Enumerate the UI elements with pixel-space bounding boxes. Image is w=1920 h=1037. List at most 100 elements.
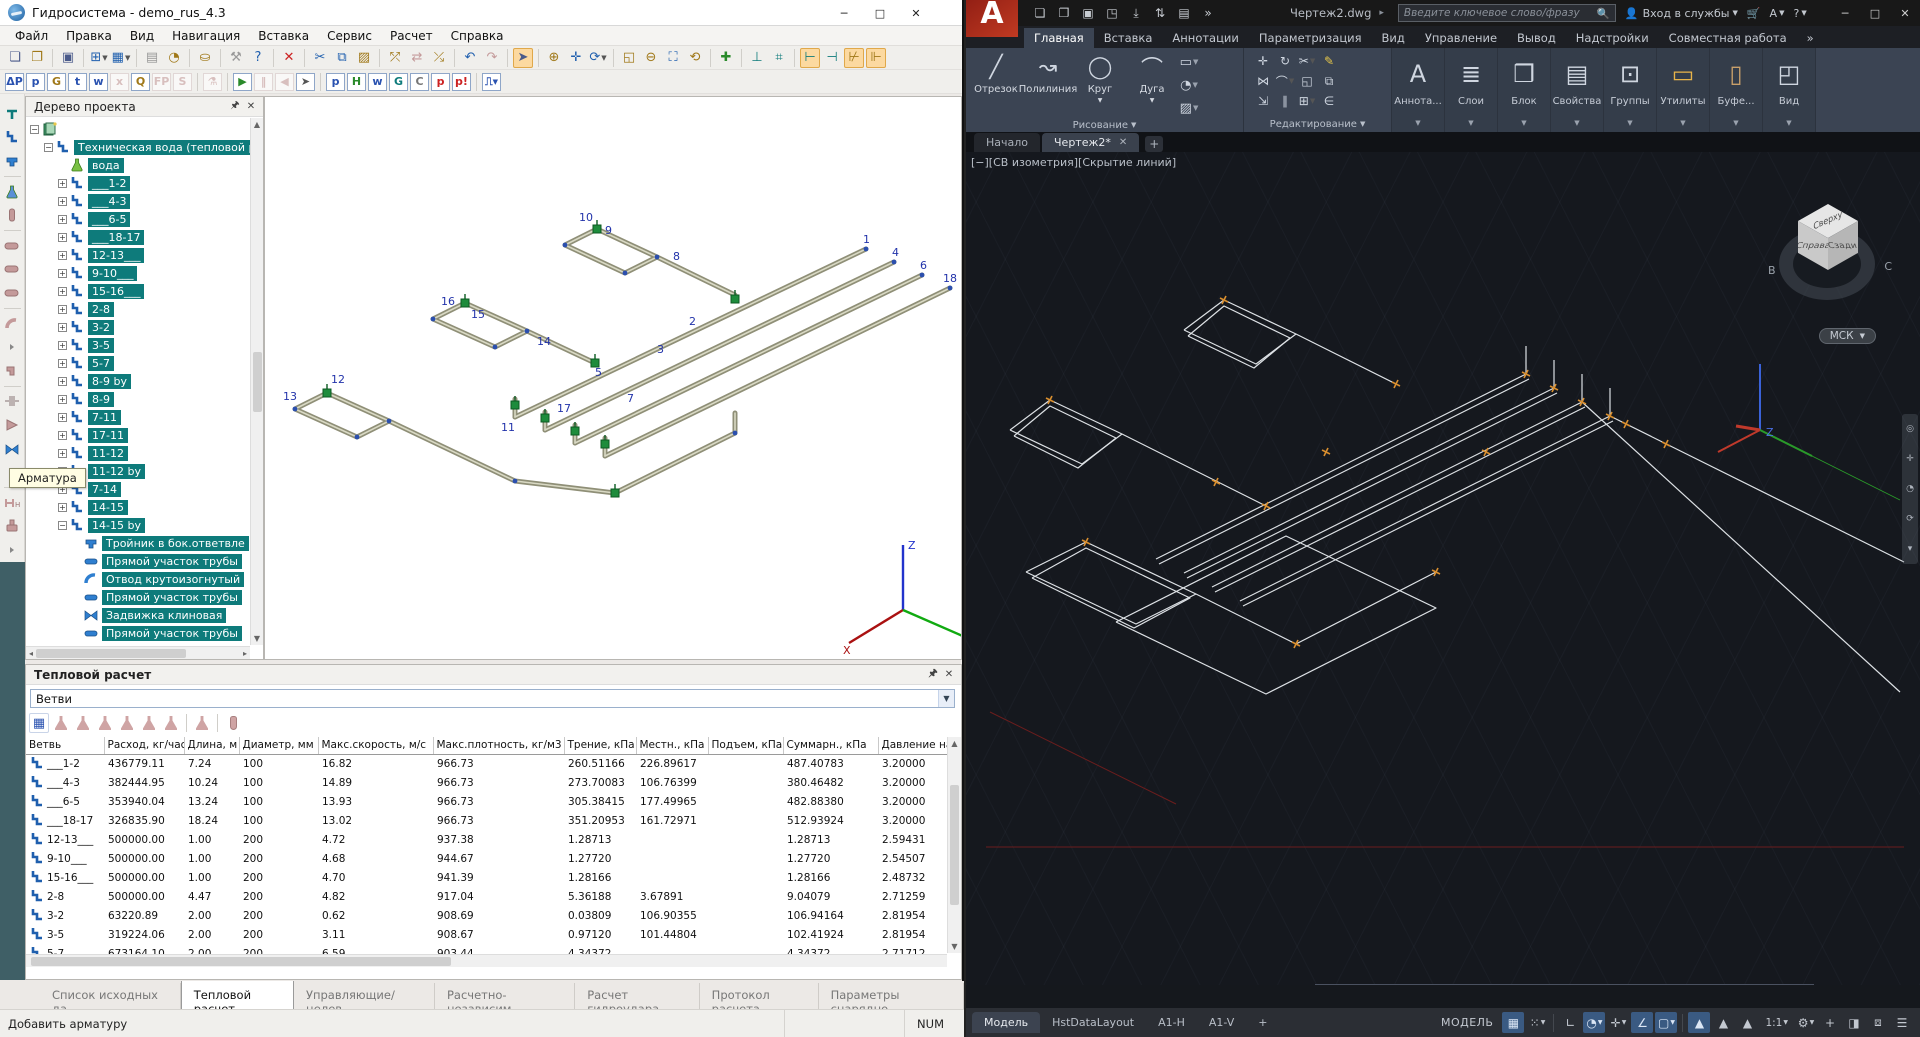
tree-item-Прямой участок трубы[interactable]: Прямой участок трубы — [26, 552, 250, 570]
tree-item-2-8[interactable]: +2-8 — [26, 300, 250, 318]
g2-button[interactable]: G — [389, 73, 408, 91]
g-button[interactable]: G — [47, 73, 66, 91]
layout-tab-A1-H[interactable]: A1-H — [1146, 1012, 1197, 1033]
pipe-inlet-icon[interactable] — [4, 258, 20, 282]
q-button[interactable]: Q — [131, 73, 150, 91]
w2-button[interactable]: w — [368, 73, 387, 91]
menu-Правка[interactable]: Правка — [57, 27, 121, 45]
tree-item-___1-2[interactable]: +___1-2 — [26, 174, 250, 192]
tools-icon[interactable]: ⚒ — [226, 48, 246, 68]
database-icon[interactable]: ⛀ — [195, 48, 215, 68]
column-header[interactable]: Длина, м — [184, 737, 239, 754]
column-header[interactable]: Трение, кПа — [564, 737, 636, 754]
rectangle-tool[interactable]: ▭▼ — [1179, 52, 1199, 72]
rotate-view-icon[interactable]: ⟳▼ — [588, 48, 608, 68]
customization-menu-icon[interactable]: ☰ — [1891, 1012, 1913, 1033]
expand-icon[interactable]: + — [58, 413, 67, 422]
axes-icon[interactable]: ⊥ — [747, 48, 767, 68]
pump-fitting-icon[interactable] — [5, 515, 19, 539]
polyline-tool[interactable]: ↝Полилиния — [1022, 48, 1074, 118]
column-header[interactable]: Расход, кг/час — [104, 737, 184, 754]
menu-Вид[interactable]: Вид — [121, 27, 163, 45]
panel-block[interactable]: ❒Блок▼ — [1498, 48, 1551, 132]
search-icon[interactable]: 🔍 — [1597, 7, 1610, 20]
expand-icon[interactable]: + — [58, 251, 67, 260]
swap-icon[interactable]: ⇄ — [407, 48, 427, 68]
close-button[interactable]: ✕ — [898, 0, 934, 26]
title-chevron-icon[interactable]: ▸ — [1379, 8, 1384, 18]
stop-button[interactable]: ◀ — [275, 73, 294, 91]
object-snap-icon[interactable]: ▢▼ — [1655, 1012, 1677, 1033]
column-header[interactable]: Местн., кПа — [636, 737, 708, 754]
preview-icon[interactable]: ◔ — [164, 48, 184, 68]
flask-button[interactable]: ⚗ — [203, 73, 222, 91]
sink-vial-icon[interactable] — [5, 203, 19, 227]
offset-tool[interactable]: ∥ — [1275, 92, 1295, 110]
vial-icon[interactable] — [223, 713, 243, 733]
table-view-icon[interactable]: ▦ — [29, 713, 49, 733]
reducer-fitting-icon[interactable] — [5, 413, 19, 437]
snap-mode-icon[interactable]: ⁙▼ — [1526, 1012, 1548, 1033]
help-icon[interactable]: ?▼ — [1793, 7, 1806, 20]
zoom-window-icon[interactable]: ◱ — [619, 48, 639, 68]
tree-item-Прямой участок трубы[interactable]: Прямой участок трубы — [26, 588, 250, 606]
panel-groups[interactable]: ⊡Группы▼ — [1604, 48, 1657, 132]
tree-item-14-15 by[interactable]: −14-15 by — [26, 516, 250, 534]
qat-icon-1[interactable]: ❐ — [1053, 3, 1075, 23]
column-header[interactable]: Давление на — [878, 737, 948, 754]
pipe-outlet-icon[interactable] — [4, 281, 20, 305]
cut-icon[interactable]: ✂ — [310, 48, 330, 68]
qat-icon-2[interactable]: ▣ — [1077, 3, 1099, 23]
run-button[interactable]: ▶ — [233, 73, 252, 91]
refresh-icon[interactable]: ✚ — [716, 48, 736, 68]
table-vertical-scrollbar[interactable]: ▲▼ — [947, 737, 961, 953]
table-row[interactable]: 3-263220.892.002000.62908.690.03809106.9… — [26, 907, 948, 926]
viewcube-cube[interactable]: Сверху Справа Сзади — [1798, 204, 1858, 270]
tree-item-7-11[interactable]: +7-11 — [26, 408, 250, 426]
layout-tab-A1-V[interactable]: A1-V — [1197, 1012, 1246, 1033]
isolate-objects-icon[interactable]: ◨ — [1843, 1012, 1865, 1033]
expand-arrow3-icon[interactable] — [8, 538, 16, 562]
layout-tab-Модель[interactable]: Модель — [972, 1012, 1040, 1033]
trunk-fitting-icon[interactable] — [5, 102, 19, 126]
acad-model-canvas[interactable]: [−][СВ изометрия][Скрытие линий] В С Све… — [966, 152, 1920, 985]
fillet-tool[interactable]: ⌒▼ — [1275, 72, 1295, 90]
expand-icon[interactable]: + — [58, 305, 67, 314]
minimize-button[interactable]: ─ — [826, 0, 862, 26]
grid-icon[interactable]: ⌗ — [769, 48, 789, 68]
close-button[interactable]: ✕ — [1890, 0, 1920, 26]
pipe-mode4-icon[interactable]: ⊩ — [866, 48, 886, 68]
column-header[interactable]: Подъем, кПа — [708, 737, 783, 754]
gauge-fitting-icon[interactable]: H — [4, 491, 20, 515]
flask-tool-icon[interactable] — [95, 713, 115, 733]
tree-item-3-5[interactable]: +3-5 — [26, 336, 250, 354]
crosshair-icon[interactable]: + — [1819, 1012, 1841, 1033]
ellipse-tool[interactable]: ◔▼ — [1179, 75, 1199, 95]
qat-icon-6[interactable]: ▤ — [1173, 3, 1195, 23]
file-tab-Начало[interactable]: Начало — [974, 133, 1040, 152]
menu-Справка[interactable]: Справка — [442, 27, 513, 45]
panel-utilities[interactable]: ▭Утилиты▼ — [1657, 48, 1710, 132]
flask-tool-icon[interactable] — [139, 713, 159, 733]
array-tool[interactable]: ⊞▼ — [1297, 92, 1317, 110]
ribbon-tab-Параметризация[interactable]: Параметризация — [1249, 28, 1372, 48]
tree-item-вода[interactable]: вода — [26, 156, 250, 174]
expand-icon[interactable]: + — [58, 287, 67, 296]
table-row[interactable]: 9-10___500000.001.002004.68944.671.27720… — [26, 850, 948, 869]
close-tab-icon[interactable]: ✕ — [1119, 137, 1127, 148]
menu-Сервис[interactable]: Сервис — [318, 27, 381, 45]
w-button[interactable]: w — [89, 73, 108, 91]
expand-icon[interactable]: + — [58, 323, 67, 332]
expand-icon[interactable]: + — [58, 197, 67, 206]
help-search-input[interactable]: Введите ключевое слово/фразу 🔍 — [1398, 4, 1616, 22]
maximize-button[interactable]: □ — [862, 0, 898, 26]
file-tab-Чертеж2*[interactable]: Чертеж2*✕ — [1042, 133, 1139, 152]
new-tab-button[interactable]: + — [1145, 136, 1163, 152]
autodesk-a-icon[interactable]: A▼ — [1770, 7, 1785, 20]
copy-tool[interactable]: ⧉ — [1319, 72, 1339, 90]
expand-icon[interactable]: + — [58, 179, 67, 188]
flask-tool-icon[interactable] — [73, 713, 93, 733]
trim-tool[interactable]: ✂▼ — [1297, 52, 1317, 70]
bend-fitting-icon[interactable] — [5, 312, 19, 336]
ribbon-tab-Управление[interactable]: Управление — [1415, 28, 1507, 48]
